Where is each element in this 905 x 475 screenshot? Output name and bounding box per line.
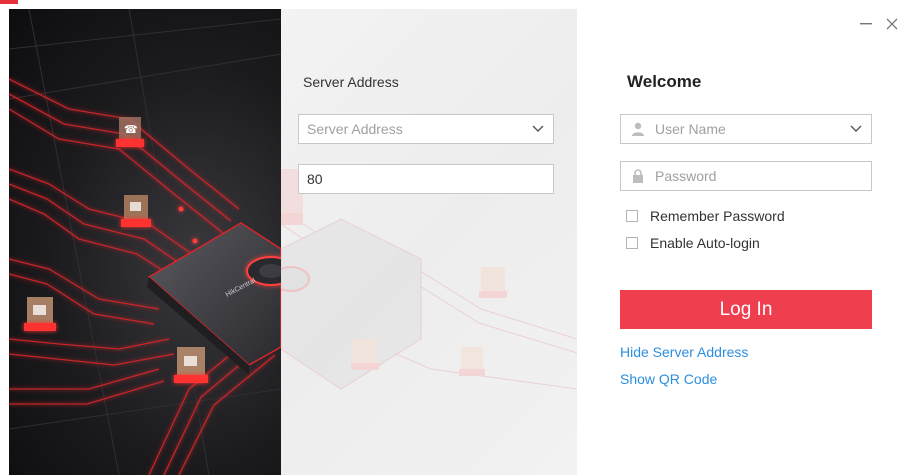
password-placeholder: Password (655, 168, 717, 184)
chip-graphic: HikCentral (147, 222, 281, 375)
hero-artwork: HikCentral ☎ (9, 9, 281, 475)
server-port-input[interactable]: 80 (298, 164, 554, 194)
auto-login-label: Enable Auto-login (650, 235, 760, 251)
show-qr-code-link[interactable]: Show QR Code (620, 371, 717, 387)
window-controls (853, 9, 905, 39)
top-strip (0, 0, 905, 9)
username-placeholder: User Name (655, 121, 726, 137)
auto-login-option[interactable]: Enable Auto-login (626, 235, 760, 251)
close-icon (886, 18, 898, 30)
lock-icon (621, 162, 655, 190)
server-port-value: 80 (307, 171, 323, 187)
remember-password-checkbox[interactable] (626, 210, 638, 222)
close-button[interactable] (879, 9, 905, 39)
login-window: HikCentral ☎ Server Address Server Addre… (9, 9, 905, 475)
brand-mark (0, 0, 18, 4)
server-address-select[interactable]: Server Address (298, 114, 554, 144)
welcome-title: Welcome (627, 72, 702, 91)
remember-password-label: Remember Password (650, 208, 785, 224)
minimize-icon (860, 23, 872, 25)
chevron-down-icon[interactable] (523, 115, 553, 143)
server-address-placeholder: Server Address (307, 121, 403, 137)
svg-text:☎: ☎ (124, 123, 138, 136)
auto-login-checkbox[interactable] (626, 237, 638, 249)
chevron-down-icon[interactable] (841, 115, 871, 143)
login-panel: Welcome User Name Password Remember Pass… (577, 9, 905, 475)
hero-illustration: HikCentral ☎ (9, 9, 281, 475)
password-input[interactable]: Password (620, 161, 872, 191)
hide-server-address-link[interactable]: Hide Server Address (620, 344, 748, 360)
log-in-button[interactable]: Log In (620, 290, 872, 329)
server-panel: Server Address Server Address 80 (281, 9, 577, 475)
server-address-label: Server Address (303, 74, 399, 90)
remember-password-option[interactable]: Remember Password (626, 208, 785, 224)
username-select[interactable]: User Name (620, 114, 872, 144)
minimize-button[interactable] (853, 9, 879, 39)
user-icon (621, 115, 655, 143)
